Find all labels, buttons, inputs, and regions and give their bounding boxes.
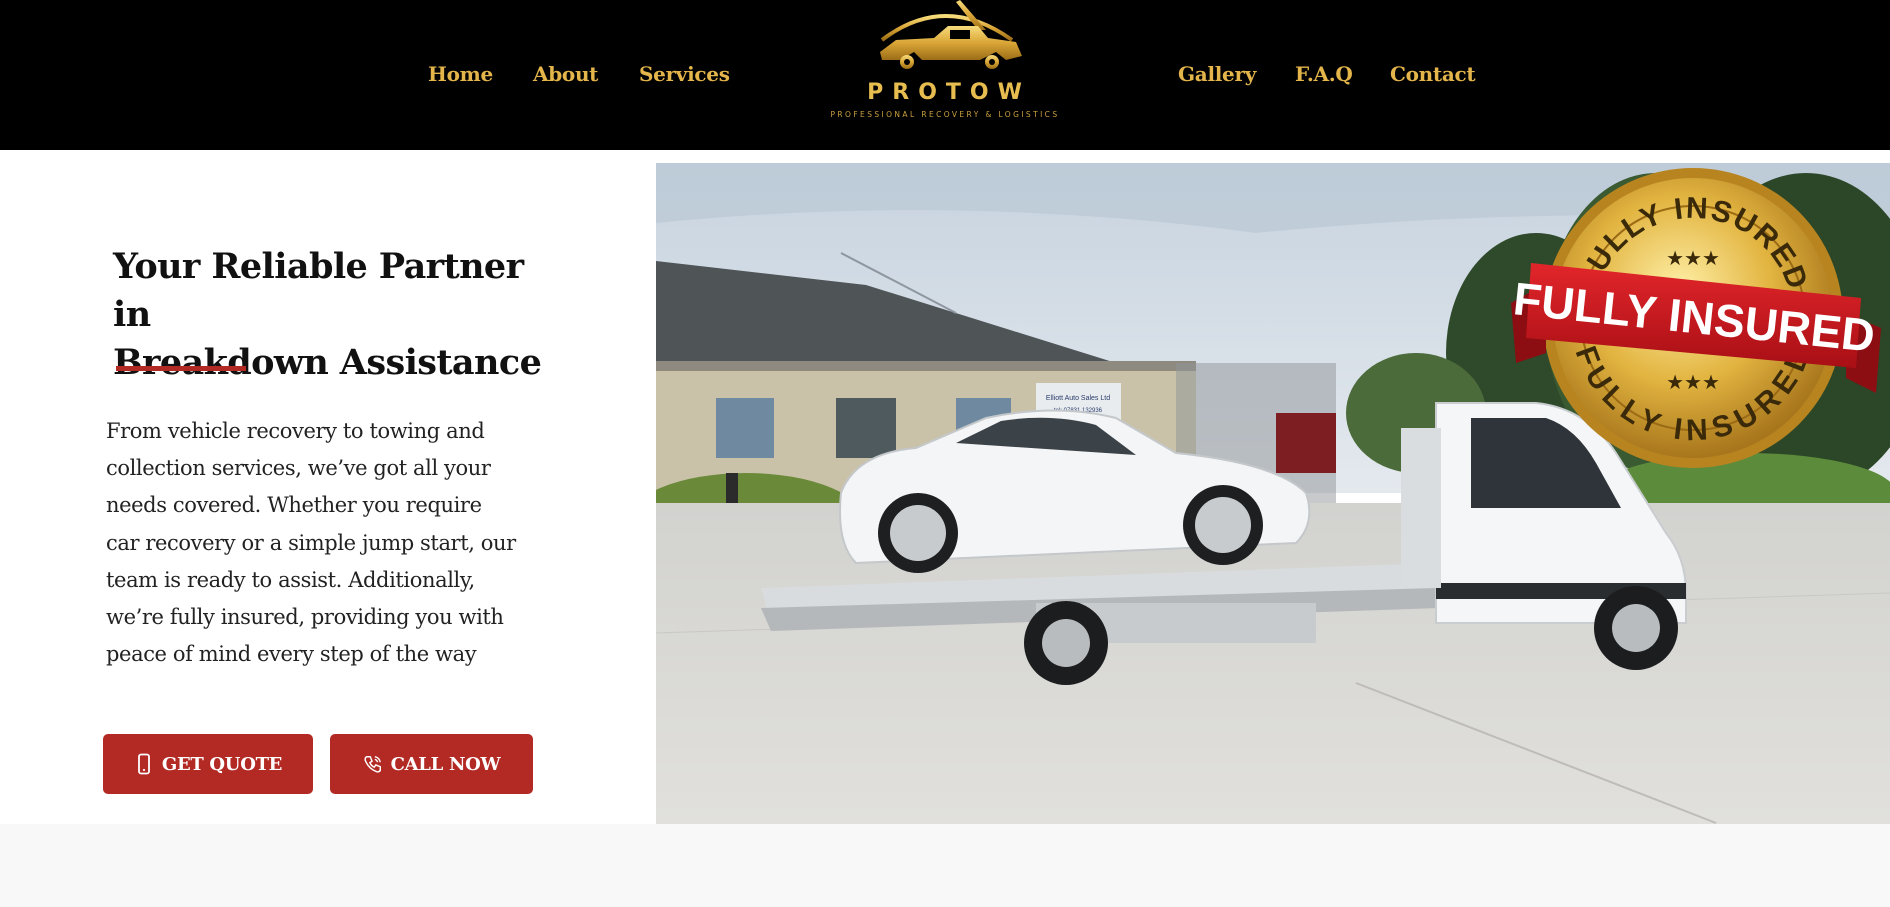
nav-about[interactable]: About (533, 62, 598, 86)
nav-gallery[interactable]: Gallery (1178, 62, 1256, 86)
protow-logo[interactable]: PROTOW PROFESSIONAL RECOVERY & LOGISTICS (810, 0, 1080, 125)
svg-text:★★★: ★★★ (1666, 246, 1720, 270)
title-underline (116, 366, 246, 371)
logo-wordmark: PROTOW (867, 80, 1031, 105)
tow-truck-logo-icon (872, 0, 1022, 69)
get-quote-label: GET QUOTE (161, 753, 283, 775)
phone-call-icon (363, 753, 383, 775)
hero-description: From vehicle recovery to towing and coll… (106, 419, 516, 667)
hero-title-line1: Your Reliable Partner in (113, 246, 524, 335)
business-sign: Elliott Auto Sales Ltd (1046, 395, 1110, 402)
nav-home[interactable]: Home (428, 62, 493, 86)
hero-text-panel: Your Reliable Partner in Breakdown Assis… (0, 150, 656, 824)
get-quote-button[interactable]: GET QUOTE (103, 734, 313, 794)
site-header: Home About Services PROTOW PROFESSIONAL … (0, 0, 1890, 150)
hero-image-panel: Elliott Auto Sales Ltd tel: 07831 132936 (656, 150, 1890, 824)
nav-faq[interactable]: F.A.Q (1295, 62, 1353, 86)
logo-tagline: PROFESSIONAL RECOVERY & LOGISTICS (830, 110, 1060, 119)
hero-photo-tow-truck: Elliott Auto Sales Ltd tel: 07831 132936 (656, 163, 1890, 824)
call-now-label: CALL NOW (390, 753, 501, 775)
nav-contact[interactable]: Contact (1390, 62, 1476, 86)
hero-title-line2: Breakdown Assistance (113, 342, 542, 383)
svg-text:★★★: ★★★ (1666, 370, 1720, 394)
mobile-phone-icon (134, 753, 154, 775)
nav-services[interactable]: Services (639, 62, 730, 86)
call-now-button[interactable]: CALL NOW (330, 734, 533, 794)
